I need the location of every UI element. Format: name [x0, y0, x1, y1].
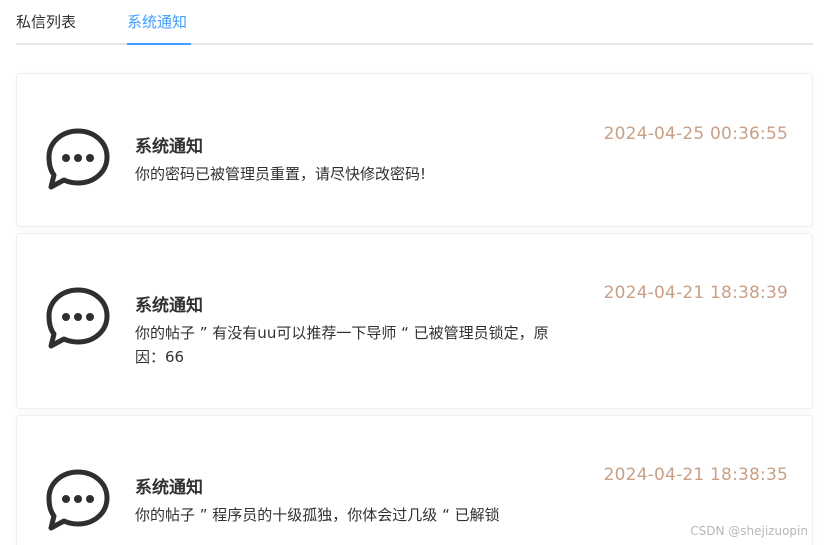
- active-tab-indicator: [127, 43, 191, 45]
- watermark: CSDN @shejizuopin: [690, 524, 808, 538]
- notification-card[interactable]: 系统通知 你的密码已被管理员重置，请尽快修改密码! 2024-04-25 00:…: [16, 73, 813, 227]
- chat-bubble-icon: [46, 128, 110, 190]
- notification-title: 系统通知: [135, 296, 203, 316]
- notification-title: 系统通知: [135, 137, 203, 157]
- tab-bar: 私信列表 系统通知: [16, 0, 813, 45]
- notification-time: 2024-04-21 18:38:39: [603, 283, 788, 303]
- notification-title: 系统通知: [135, 478, 203, 498]
- chat-bubble-icon: [46, 469, 110, 531]
- tab-private-messages[interactable]: 私信列表: [16, 12, 76, 32]
- notification-time: 2024-04-25 00:36:55: [603, 124, 788, 144]
- tab-system-notifications[interactable]: 系统通知: [127, 12, 187, 32]
- notification-content: 你的帖子 ” 有没有uu可以推荐一下导师 “ 已被管理员锁定，原因：66: [135, 324, 549, 366]
- chat-bubble-icon: [46, 287, 110, 349]
- notification-content: 你的帖子 ” 程序员的十级孤独，你体会过几级 “ 已解锁: [135, 506, 500, 524]
- notification-card[interactable]: 系统通知 你的帖子 ” 有没有uu可以推荐一下导师 “ 已被管理员锁定，原因：6…: [16, 233, 813, 409]
- notification-content: 你的密码已被管理员重置，请尽快修改密码!: [135, 165, 427, 183]
- notification-time: 2024-04-21 18:38:35: [603, 465, 788, 485]
